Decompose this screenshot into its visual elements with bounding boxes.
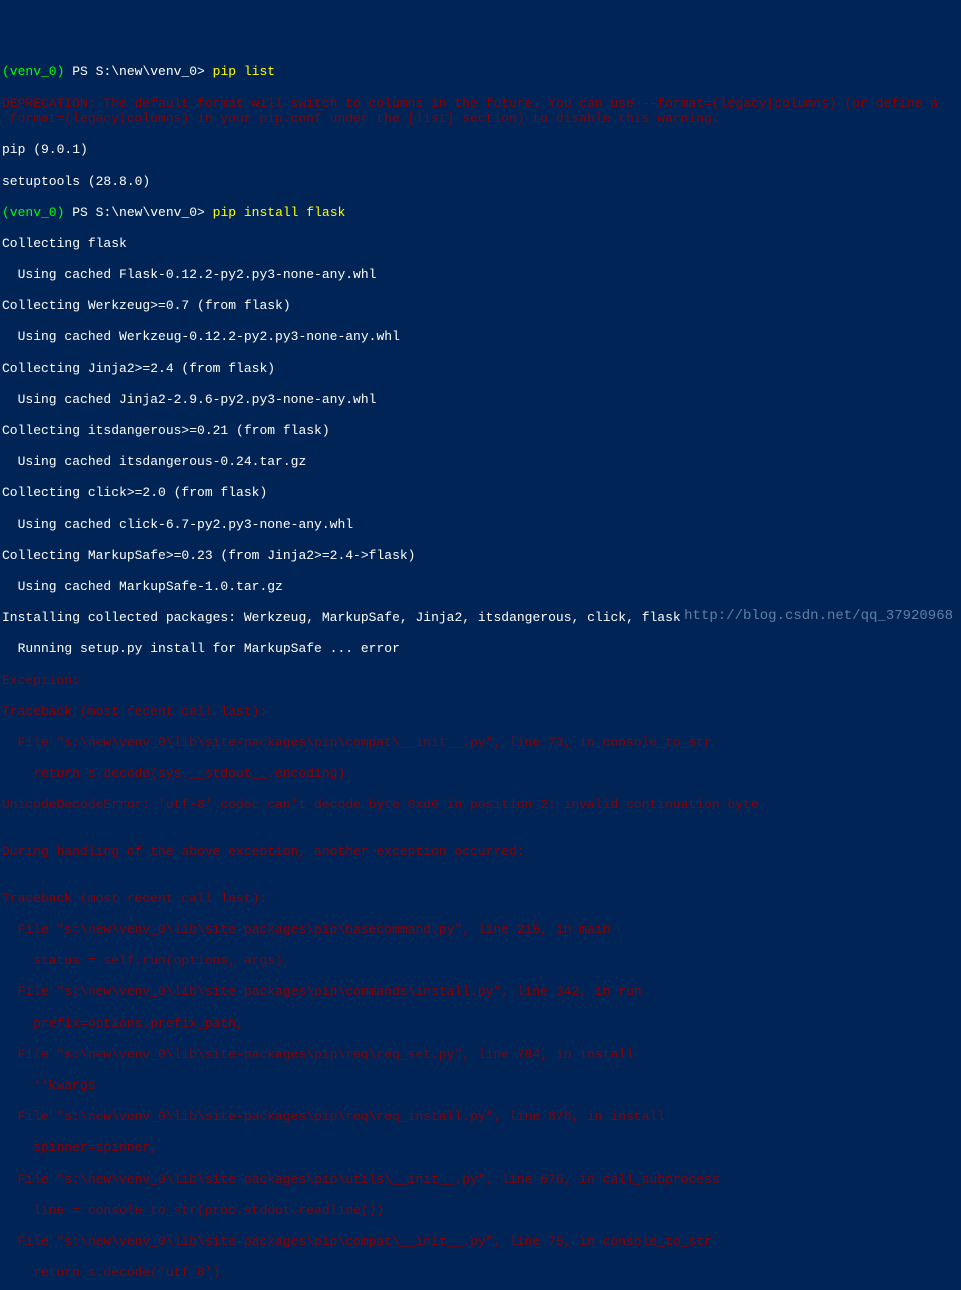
install-output: Using cached Jinja2-2.9.6-py2.py3-none-a… (2, 392, 959, 408)
error-output: return s.decode(sys.__stdout__.encoding) (2, 766, 959, 782)
venv-indicator: (venv_0) (2, 205, 64, 220)
path-text: PS S:\new\venv_0> (72, 205, 205, 220)
install-output: Collecting itsdangerous>=0.21 (from flas… (2, 423, 959, 439)
command-text[interactable]: pip list (213, 64, 275, 79)
error-output: File "s:\new\venv_0\lib\site-packages\pi… (2, 922, 959, 938)
error-output: spinner=spinner, (2, 1140, 959, 1156)
prompt-line-2: (venv_0) PS S:\new\venv_0> pip install f… (2, 205, 959, 221)
error-output: return s.decode('utf_8') (2, 1265, 959, 1281)
error-output: Traceback (most recent call last): (2, 891, 959, 907)
path-text: PS S:\new\venv_0> (72, 64, 205, 79)
prompt-line-1: (venv_0) PS S:\new\venv_0> pip list (2, 64, 959, 80)
error-output: Exception: (2, 673, 959, 689)
pip-version: pip (9.0.1) (2, 142, 959, 158)
install-output: Collecting flask (2, 236, 959, 252)
error-output: File "s:\new\venv_0\lib\site-packages\pi… (2, 1234, 959, 1250)
error-output: **kwargs (2, 1078, 959, 1094)
error-output: Traceback (most recent call last): (2, 704, 959, 720)
error-output: UnicodeDecodeError: 'utf-8' codec can't … (2, 797, 959, 813)
error-output: File "s:\new\venv_0\lib\site-packages\pi… (2, 1047, 959, 1063)
setuptools-version: setuptools (28.8.0) (2, 174, 959, 190)
error-output: File "s:\new\venv_0\lib\site-packages\pi… (2, 1109, 959, 1125)
install-output: Using cached Flask-0.12.2-py2.py3-none-a… (2, 267, 959, 283)
install-output: Using cached click-6.7-py2.py3-none-any.… (2, 517, 959, 533)
install-output: Collecting Werkzeug>=0.7 (from flask) (2, 298, 959, 314)
error-output: prefix=options.prefix_path, (2, 1016, 959, 1032)
install-output: Using cached itsdangerous-0.24.tar.gz (2, 454, 959, 470)
error-output: File "s:\new\venv_0\lib\site-packages\pi… (2, 984, 959, 1000)
install-output: Using cached MarkupSafe-1.0.tar.gz (2, 579, 959, 595)
watermark-text: http://blog.csdn.net/qq_37920968 (684, 608, 953, 625)
install-output: Running setup.py install for MarkupSafe … (2, 641, 959, 657)
error-output: File "s:\new\venv_0\lib\site-packages\pi… (2, 735, 959, 751)
error-output: line = console_to_str(proc.stdout.readli… (2, 1203, 959, 1219)
error-output: File "s:\new\venv_0\lib\site-packages\pi… (2, 1172, 959, 1188)
deprecation-warning: DEPRECATION: The default format will swi… (2, 96, 959, 127)
error-output: During handling of the above exception, … (2, 844, 959, 860)
install-output: Using cached Werkzeug-0.12.2-py2.py3-non… (2, 329, 959, 345)
venv-indicator: (venv_0) (2, 64, 64, 79)
error-output: status = self.run(options, args) (2, 953, 959, 969)
install-output: Collecting click>=2.0 (from flask) (2, 485, 959, 501)
install-output: Collecting MarkupSafe>=0.23 (from Jinja2… (2, 548, 959, 564)
command-text[interactable]: pip install flask (213, 205, 346, 220)
install-output: Collecting Jinja2>=2.4 (from flask) (2, 361, 959, 377)
